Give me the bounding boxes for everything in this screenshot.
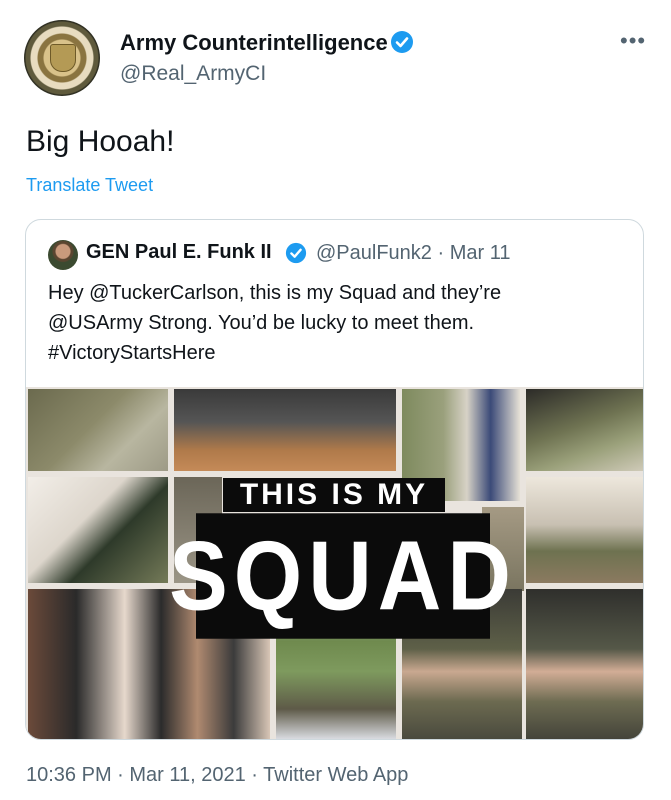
quoted-author-avatar <box>48 240 78 270</box>
author-avatar[interactable] <box>24 20 100 96</box>
more-options-icon[interactable]: ••• <box>620 28 646 54</box>
quoted-tweet-text: Hey @TuckerCarlson, this is my Squad and… <box>48 278 628 368</box>
quoted-tweet-card[interactable]: GEN Paul E. Funk II @PaulFunk2 · Mar 11 … <box>25 219 644 740</box>
quoted-handle-date: @PaulFunk2 · Mar 11 <box>316 242 511 264</box>
author-handle[interactable]: @Real_ArmyCI <box>120 62 266 86</box>
quoted-author-name: GEN Paul E. Funk II <box>86 241 272 263</box>
quoted-text-line: Hey @TuckerCarlson, this is my Squad and… <box>48 282 502 304</box>
quoted-text-line: @USArmy Strong. You’d be lucky to meet t… <box>48 312 475 334</box>
photo-soldier-rifle <box>28 389 168 471</box>
author-name[interactable]: Army Counterintelligence <box>120 30 388 56</box>
verified-badge-icon <box>285 242 307 264</box>
photo-aircrew-right <box>526 589 643 739</box>
tweet-text: Big Hooah! <box>26 125 175 158</box>
photo-office-meeting <box>526 477 643 583</box>
translate-tweet-link[interactable]: Translate Tweet <box>26 175 153 196</box>
photo-team-group <box>174 389 396 471</box>
image-banner-top: THIS IS MY <box>223 478 445 512</box>
verified-badge-icon <box>391 31 413 53</box>
tweet-timestamp-source[interactable]: 10:36 PM · Mar 11, 2021 · Twitter Web Ap… <box>26 764 408 787</box>
photo-beret-soldier <box>28 477 168 583</box>
image-banner-main: SQUAD <box>169 513 511 639</box>
quoted-text-line: #VictoryStartsHere <box>48 342 216 364</box>
photo-officer-desk <box>526 389 643 471</box>
army-ci-seal <box>50 44 76 72</box>
